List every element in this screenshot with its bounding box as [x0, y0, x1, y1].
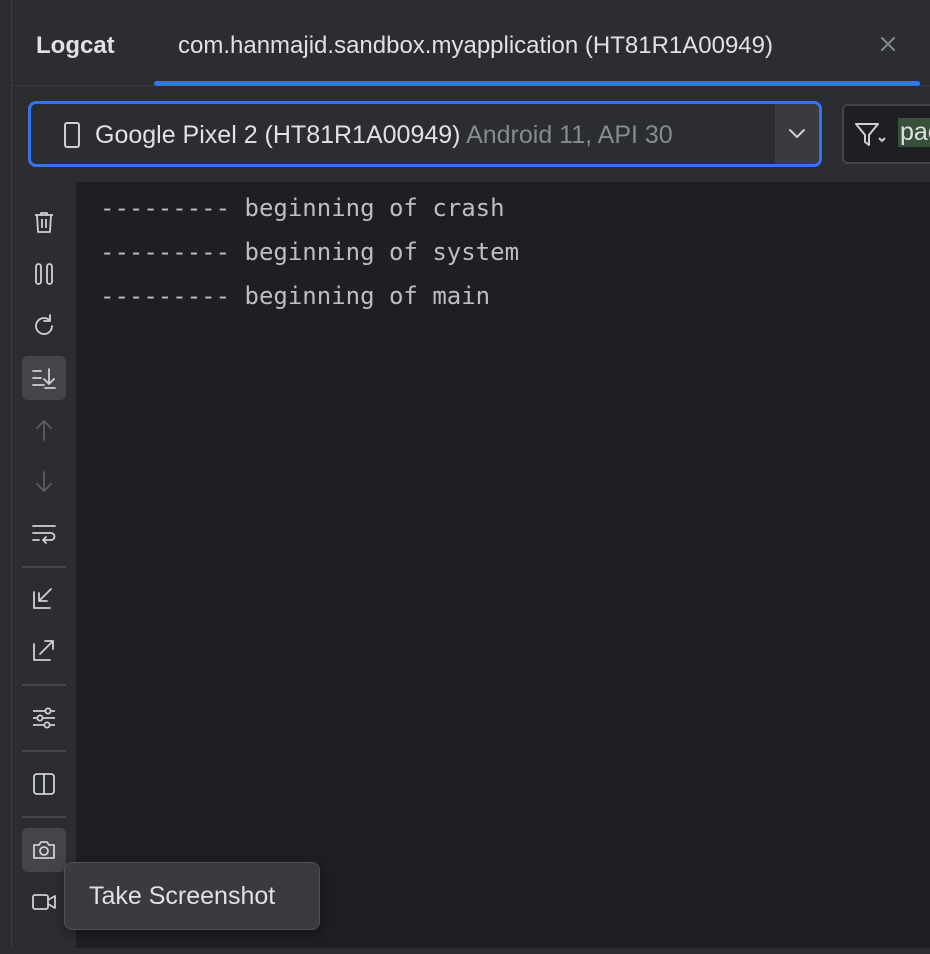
configure-formatting-button[interactable]	[22, 696, 66, 740]
toolbar-separator	[22, 566, 66, 568]
arrow-up-icon	[36, 420, 52, 441]
log-line: --------- beginning of main	[100, 282, 491, 310]
tooltip-text: Take Screenshot	[89, 882, 276, 910]
pause-button[interactable]	[22, 252, 66, 296]
pause-icon	[35, 263, 53, 285]
device-selector[interactable]: Google Pixel 2 (HT81R1A00949) Android 11…	[28, 101, 822, 167]
toolbar-separator	[22, 684, 66, 686]
filter-input[interactable]: pac	[842, 104, 930, 164]
settings-sliders-icon	[33, 707, 55, 729]
trash-icon	[35, 212, 53, 233]
log-line: --------- beginning of system	[100, 238, 520, 266]
device-label: Google Pixel 2 (HT81R1A00949) Android 11…	[95, 121, 673, 150]
logcat-action-toolbar	[12, 182, 76, 954]
tool-window-header: Logcat com.hanmajid.sandbox.myapplicatio…	[12, 4, 930, 86]
logcat-toolbar: Google Pixel 2 (HT81R1A00949) Android 11…	[12, 86, 930, 182]
scroll-to-end-icon	[32, 368, 56, 389]
tooltip: Take Screenshot	[64, 862, 320, 930]
next-occurrence-button[interactable]	[22, 460, 66, 504]
device-dropdown-button[interactable]	[775, 104, 819, 164]
record-screen-button[interactable]	[22, 880, 66, 924]
export-button[interactable]	[22, 628, 66, 672]
arrow-down-icon	[36, 471, 52, 492]
soft-wrap-icon	[32, 525, 56, 544]
bottom-window-edge	[0, 948, 930, 954]
close-icon[interactable]	[876, 32, 900, 56]
camera-icon	[33, 841, 55, 859]
split-panels-button[interactable]	[22, 762, 66, 806]
left-window-edge	[0, 0, 12, 954]
soft-wrap-button[interactable]	[22, 512, 66, 556]
split-panel-icon	[33, 773, 55, 795]
take-screenshot-button[interactable]	[22, 828, 66, 872]
export-icon	[33, 640, 54, 661]
import-button[interactable]	[22, 576, 66, 620]
tab-label: com.hanmajid.sandbox.myapplication (HT81…	[178, 32, 773, 59]
chevron-down-icon	[789, 129, 805, 138]
restart-icon	[35, 314, 53, 335]
restart-button[interactable]	[22, 304, 66, 348]
tool-window-title: Logcat	[36, 32, 115, 59]
device-detail: Android 11, API 30	[466, 121, 673, 149]
tab-logcat-session[interactable]: com.hanmajid.sandbox.myapplication (HT81…	[154, 4, 920, 86]
filter-icon[interactable]	[854, 122, 888, 148]
toolbar-separator	[22, 750, 66, 752]
toolbar-separator	[22, 816, 66, 818]
scroll-to-end-button[interactable]	[22, 356, 66, 400]
filter-query: pac	[898, 118, 930, 147]
logcat-output[interactable]: --------- beginning of crash --------- b…	[76, 182, 930, 954]
phone-icon	[63, 122, 81, 148]
device-name: Google Pixel 2 (HT81R1A00949)	[95, 121, 461, 149]
clear-logcat-button[interactable]	[22, 200, 66, 244]
log-line: --------- beginning of crash	[100, 194, 505, 222]
video-camera-icon	[32, 894, 56, 910]
import-icon	[33, 588, 52, 609]
previous-occurrence-button[interactable]	[22, 408, 66, 452]
